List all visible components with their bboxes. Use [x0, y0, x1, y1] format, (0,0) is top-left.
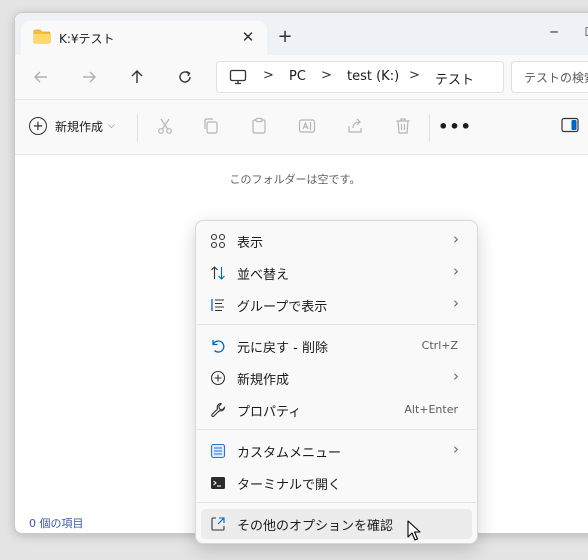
- menu-item-properties[interactable]: プロパティ Alt+Enter: [201, 395, 472, 425]
- toolbar-divider: [429, 114, 430, 142]
- menu-item-view[interactable]: 表示 ›: [201, 226, 472, 256]
- delete-icon[interactable]: [391, 114, 415, 138]
- empty-folder-message: このフォルダーは空です。: [229, 173, 361, 186]
- more-options-icon: [209, 515, 227, 533]
- menu-item-label: その他のオプションを確認: [237, 519, 394, 534]
- new-button[interactable]: + 新規作成 ⌵: [29, 112, 115, 140]
- group-icon: [209, 296, 227, 314]
- wrench-icon: [209, 401, 227, 419]
- new-button-label: 新規作成: [55, 119, 104, 134]
- back-arrow-icon[interactable]: [27, 63, 55, 91]
- menu-item-label: 元に戻す - 削除: [237, 341, 328, 356]
- tab-folder[interactable]: K:¥テスト ✕: [21, 21, 267, 55]
- menu-item-sort[interactable]: 並べ替え ›: [201, 258, 472, 288]
- search-input[interactable]: テストの検索: [511, 61, 588, 93]
- new-icon: [209, 369, 227, 387]
- cut-icon[interactable]: [153, 114, 177, 138]
- terminal-icon: [209, 474, 227, 492]
- folder-icon: [33, 29, 51, 44]
- mouse-pointer-icon: [407, 520, 421, 541]
- share-icon[interactable]: [343, 114, 367, 138]
- context-menu: 表示 › 並べ替え › グループで表示 › 元に戻す - 削除 Ctrl+Z 新…: [195, 220, 478, 544]
- address-bar[interactable]: > PC > test (K:) > テスト: [216, 61, 504, 93]
- custom-menu-icon: [209, 442, 227, 460]
- sort-icon: [209, 264, 227, 282]
- copy-icon[interactable]: [199, 114, 223, 138]
- menu-item-new[interactable]: 新規作成 ›: [201, 363, 472, 393]
- menu-item-shortcut: Alt+Enter: [404, 403, 458, 416]
- menu-item-undo-delete[interactable]: 元に戻す - 削除 Ctrl+Z: [201, 331, 472, 361]
- menu-divider: [197, 429, 476, 430]
- menu-item-label: ターミナルで開く: [237, 478, 342, 493]
- menu-item-label: 並べ替え: [237, 268, 290, 283]
- grid-icon: [209, 232, 227, 250]
- menu-item-label: プロパティ: [237, 405, 302, 420]
- tab-title: K:¥テスト: [59, 32, 115, 46]
- menu-item-show-more-options[interactable]: その他のオプションを確認: [201, 509, 472, 539]
- breadcrumb-chevron-icon: >: [321, 68, 332, 83]
- menu-item-open-terminal[interactable]: ターミナルで開く: [201, 468, 472, 498]
- breadcrumb-item-pc[interactable]: PC: [289, 69, 306, 84]
- menu-item-label: グループで表示: [237, 300, 328, 315]
- chevron-right-icon: ›: [453, 262, 459, 280]
- command-bar: + 新規作成 ⌵ •••: [15, 100, 588, 155]
- breadcrumb-chevron-icon: >: [263, 68, 274, 83]
- more-options-button[interactable]: •••: [438, 114, 471, 138]
- chevron-right-icon: ›: [453, 230, 459, 248]
- rename-icon[interactable]: [295, 114, 319, 138]
- chevron-right-icon: ›: [453, 440, 459, 458]
- chevron-down-icon: ⌵: [108, 121, 115, 131]
- undo-icon: [209, 337, 227, 355]
- chevron-right-icon: ›: [453, 367, 459, 385]
- breadcrumb-item-folder[interactable]: テスト: [435, 69, 474, 88]
- menu-item-shortcut: Ctrl+Z: [421, 339, 458, 352]
- toolbar-divider: [137, 114, 138, 142]
- paste-icon[interactable]: [247, 114, 271, 138]
- close-tab-icon[interactable]: ✕: [237, 26, 259, 48]
- menu-item-group-by[interactable]: グループで表示 ›: [201, 290, 472, 320]
- status-bar-item-count: 0 個の項目: [29, 517, 84, 530]
- new-tab-button[interactable]: +: [275, 26, 295, 47]
- details-pane-icon[interactable]: [561, 117, 579, 133]
- navigation-bar: > PC > test (K:) > テスト テストの検索: [15, 55, 588, 100]
- forward-arrow-icon[interactable]: [75, 63, 103, 91]
- menu-divider: [197, 324, 476, 325]
- menu-divider: [197, 502, 476, 503]
- breadcrumb-chevron-icon: >: [409, 68, 420, 83]
- menu-item-custom-menu[interactable]: カスタムメニュー ›: [201, 436, 472, 466]
- computer-icon: [229, 69, 247, 85]
- breadcrumb-item-drive[interactable]: test (K:): [347, 69, 399, 84]
- refresh-icon[interactable]: [171, 63, 199, 91]
- menu-item-label: カスタムメニュー: [237, 446, 342, 461]
- menu-item-label: 表示: [237, 236, 264, 251]
- tab-bar: K:¥テスト ✕ + ─ ☐: [15, 13, 588, 55]
- up-arrow-icon[interactable]: [123, 63, 151, 91]
- menu-item-label: 新規作成: [237, 373, 290, 388]
- maximize-button[interactable]: ☐: [567, 19, 588, 45]
- search-placeholder: テストの検索: [524, 71, 588, 85]
- plus-circle-icon: +: [29, 117, 47, 135]
- chevron-right-icon: ›: [453, 294, 459, 312]
